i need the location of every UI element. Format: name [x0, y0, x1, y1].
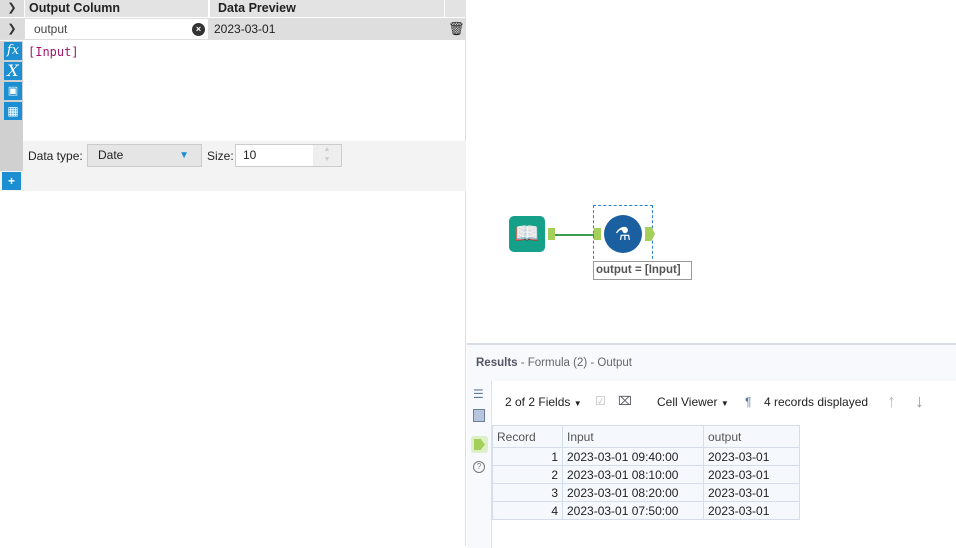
table-row: 3 2023-03-01 08:20:00 2023-03-01: [492, 483, 800, 502]
data-type-value: Date: [98, 148, 124, 162]
table-row: 4 2023-03-01 07:50:00 2023-03-01: [492, 501, 800, 520]
expand-row-chevron-icon[interactable]: ❯: [0, 19, 24, 39]
arrow-up-icon[interactable]: ↑: [887, 391, 896, 412]
data-preview-header: Data Preview: [210, 0, 444, 17]
record-cell[interactable]: 2: [492, 465, 563, 484]
list-icon[interactable]: ☰: [473, 387, 484, 401]
save-icon[interactable]: ▦: [4, 102, 22, 120]
output-anchor[interactable]: [548, 228, 555, 240]
column-header-output[interactable]: output: [703, 425, 800, 448]
input-cell[interactable]: 2023-03-01 07:50:00: [562, 501, 704, 520]
dropdown-arrow-icon: ▼: [720, 399, 729, 408]
input-cell[interactable]: 2023-03-01 08:20:00: [562, 483, 704, 502]
header-spacer: [445, 0, 466, 17]
size-input[interactable]: 10 ▲ ▼: [235, 144, 342, 167]
input-data-tool-icon[interactable]: 📖: [509, 216, 545, 252]
output-cell[interactable]: 2023-03-01: [703, 483, 800, 502]
results-title-text: Results: [476, 357, 518, 369]
column-header-record[interactable]: Record: [492, 425, 563, 448]
open-folder-icon[interactable]: ▣: [4, 82, 22, 100]
results-title: Results - Formula (2) - Output: [476, 357, 632, 369]
dropdown-arrow-icon: ▼: [573, 399, 582, 408]
record-cell[interactable]: 3: [492, 483, 563, 502]
results-panel: Results - Formula (2) - Output ☰ ? 2 of …: [467, 343, 956, 548]
formula-config-panel: ❯ Output Column Data Preview ❯ output × …: [0, 0, 466, 546]
size-label: Size:: [207, 149, 234, 163]
tool-annotation: output = [Input]: [593, 261, 692, 280]
results-subtitle: - Formula (2) - Output: [517, 357, 632, 369]
results-table: Record Input output 1 2023-03-01 09:40:00…: [492, 425, 800, 520]
clear-icon[interactable]: ×: [192, 23, 205, 36]
records-count: 4 records displayed: [764, 395, 869, 409]
output-cell[interactable]: 2023-03-01: [703, 501, 800, 520]
workflow-canvas[interactable]: 📖 ⚗ output = [Input]: [467, 0, 956, 343]
input-cell[interactable]: 2023-03-01 09:40:00: [562, 447, 704, 466]
table-row: 2 2023-03-01 08:10:00 2023-03-01: [492, 465, 800, 484]
dropdown-arrow-icon: ▼: [179, 150, 189, 161]
output-cell[interactable]: 2023-03-01: [703, 465, 800, 484]
input-cell[interactable]: 2023-03-01 08:10:00: [562, 465, 704, 484]
deselect-icon[interactable]: ⌧: [618, 394, 632, 408]
column-header-input[interactable]: Input: [562, 425, 704, 448]
record-cell[interactable]: 4: [492, 501, 563, 520]
expression-editor[interactable]: [Input]: [28, 45, 79, 59]
size-stepper[interactable]: ▲ ▼: [313, 145, 341, 166]
formula-tool-icon[interactable]: ⚗: [604, 215, 642, 253]
cell-viewer-dropdown[interactable]: Cell Viewer ▼: [657, 395, 729, 409]
help-icon[interactable]: ?: [473, 461, 485, 473]
arrow-down-icon[interactable]: ↓: [915, 391, 924, 412]
data-type-label: Data type:: [28, 149, 83, 163]
size-value: 10: [243, 148, 257, 162]
fields-label: 2 of 2 Fields: [505, 395, 571, 409]
check-icon[interactable]: ☑: [595, 394, 606, 408]
table-row: 1 2023-03-01 09:40:00 2023-03-01: [492, 447, 800, 466]
cell-viewer-label: Cell Viewer: [657, 395, 718, 409]
add-row-bar: [0, 171, 466, 191]
output-column-header: Output Column: [25, 0, 208, 17]
fields-dropdown[interactable]: 2 of 2 Fields ▼: [505, 395, 582, 409]
function-icon[interactable]: fx: [4, 42, 22, 60]
data-preview-value: 2023-03-01: [214, 22, 276, 36]
data-view-icon[interactable]: [471, 436, 488, 453]
pilcrow-icon[interactable]: ¶: [745, 395, 751, 409]
record-cell[interactable]: 1: [492, 447, 563, 466]
add-expression-button[interactable]: +: [2, 172, 21, 190]
metadata-icon[interactable]: [473, 409, 485, 422]
connection-line: [555, 234, 595, 236]
output-cell[interactable]: 2023-03-01: [703, 447, 800, 466]
data-type-select[interactable]: Date ▼: [87, 144, 202, 167]
variable-icon[interactable]: X: [4, 62, 22, 80]
collapse-all-chevron-icon[interactable]: ❯: [0, 0, 24, 17]
trash-icon[interactable]: 🗑: [448, 21, 465, 36]
input-anchor[interactable]: [594, 228, 601, 240]
output-column-input[interactable]: output: [25, 19, 208, 39]
output-anchor-formula[interactable]: [645, 227, 655, 241]
